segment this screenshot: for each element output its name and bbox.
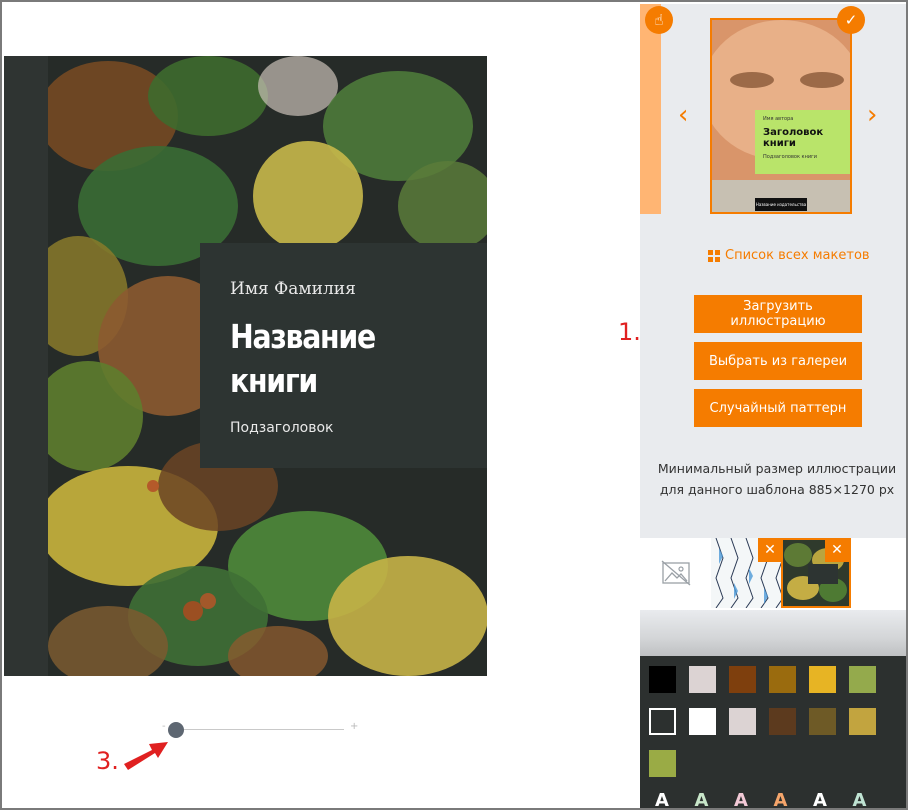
next-template-arrow-icon[interactable]: › (867, 100, 877, 130)
uploaded-images-strip: ✕ ✕ (640, 538, 906, 610)
color-swatch[interactable] (649, 708, 676, 735)
template-publisher: Название издательства (755, 198, 807, 211)
min-size-hint: Минимальный размер иллюстрации для данно… (654, 458, 900, 500)
annotation-step-3: 3. (96, 747, 119, 775)
template-author: Имя автора (763, 116, 794, 122)
color-swatch[interactable] (849, 708, 876, 735)
all-layouts-link[interactable]: Список всех макетов (708, 248, 870, 263)
min-size-hint-line-1: Минимальный размер иллюстрации (657, 461, 897, 476)
cover-author[interactable]: Имя Фамилия (230, 279, 356, 299)
slider-handle[interactable] (168, 722, 184, 738)
panel-divider-shadow (640, 610, 906, 656)
book-cover-preview[interactable]: Имя Фамилия Название книги Подзаголовок (4, 56, 487, 676)
font-color-option[interactable]: A (853, 790, 867, 808)
cover-title[interactable]: Название книги (230, 315, 436, 403)
grid-icon (708, 249, 720, 262)
color-swatch[interactable] (809, 708, 836, 735)
color-swatch[interactable] (729, 708, 756, 735)
font-color-option[interactable]: A (774, 790, 788, 808)
annotation-arrow-icon (124, 742, 168, 770)
template-title: Заголовок книги (763, 127, 824, 149)
hand-pointer-icon: ☝ (645, 6, 673, 34)
color-swatch[interactable] (689, 708, 716, 735)
no-image-icon[interactable] (661, 560, 691, 586)
font-color-option[interactable]: A (655, 790, 669, 808)
upload-illustration-button[interactable]: Загрузить иллюстрацию (694, 295, 862, 333)
color-swatch[interactable] (769, 708, 796, 735)
color-palette: AAAAAA (640, 656, 906, 808)
template-label-block: Имя автора Заголовок книги Подзаголовок … (755, 110, 850, 174)
font-color-option[interactable]: A (734, 790, 748, 808)
color-swatch[interactable] (769, 666, 796, 693)
app-window: Имя Фамилия Название книги Подзаголовок … (0, 0, 908, 810)
remove-pattern-close-icon[interactable]: ✕ (758, 538, 782, 562)
annotation-step-1: 1. (618, 318, 641, 346)
editor-sidebar: ☝ ‹ Имя автора Заголовок книги Подзаголо… (640, 4, 906, 808)
checkmark-icon: ✓ (837, 6, 865, 34)
prev-template-edge[interactable] (640, 4, 661, 214)
min-size-hint-line-2: для данного шаблона 885×1270 px (659, 482, 895, 497)
slider-minus-label: - (162, 721, 166, 732)
color-swatch[interactable] (849, 666, 876, 693)
template-thumbnail[interactable]: Имя автора Заголовок книги Подзаголовок … (710, 18, 852, 214)
slider-track[interactable] (176, 729, 344, 730)
color-swatch[interactable] (689, 666, 716, 693)
zoom-slider[interactable]: - + (160, 719, 360, 741)
random-pattern-button[interactable]: Случайный паттерн (694, 389, 862, 427)
font-color-option[interactable]: A (695, 790, 709, 808)
choose-from-gallery-button[interactable]: Выбрать из галереи (694, 342, 862, 380)
color-swatch[interactable] (729, 666, 756, 693)
font-color-option[interactable]: A (813, 790, 827, 808)
prev-template-arrow-icon[interactable]: ‹ (678, 100, 688, 130)
cover-title-block[interactable]: Имя Фамилия Название книги Подзаголовок (200, 243, 487, 468)
cover-spine (4, 56, 48, 676)
color-swatch[interactable] (649, 666, 676, 693)
template-subtitle: Подзаголовок книги (763, 154, 817, 160)
cover-subtitle[interactable]: Подзаголовок (230, 420, 334, 436)
slider-plus-label: + (350, 721, 359, 732)
remove-photo-close-icon[interactable]: ✕ (825, 538, 849, 562)
all-layouts-label: Список всех макетов (725, 248, 870, 263)
color-swatch[interactable] (809, 666, 836, 693)
color-swatch[interactable] (649, 750, 676, 777)
